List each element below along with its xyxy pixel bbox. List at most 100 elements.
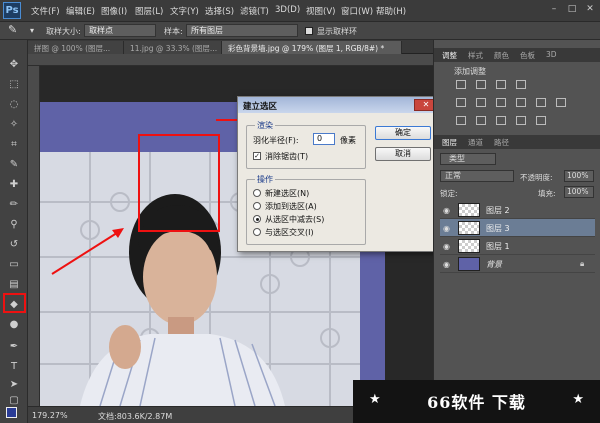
- channel-mixer-icon[interactable]: [556, 98, 566, 107]
- sample-select[interactable]: 所有图层: [186, 24, 298, 37]
- eyedropper-icon[interactable]: ✎: [7, 158, 21, 171]
- eye-icon[interactable]: ◉: [443, 206, 450, 215]
- radio-new-selection[interactable]: [253, 189, 261, 197]
- doc-tab[interactable]: 11.jpg @ 33.3% (图层...: [124, 41, 222, 54]
- invert-icon[interactable]: [456, 116, 466, 125]
- layer-row[interactable]: ◉ 图层 2: [440, 201, 595, 219]
- option-new-selection: 新建选区(N): [265, 189, 310, 198]
- layer-row[interactable]: ◉ 背景 🔒︎: [440, 255, 595, 273]
- black-white-icon[interactable]: [516, 98, 526, 107]
- sample-size-value: 取样点: [89, 26, 113, 35]
- path-select-tool-icon[interactable]: ➤: [7, 378, 21, 391]
- layer-row[interactable]: ◉ 图层 1: [440, 237, 595, 255]
- selective-color-icon[interactable]: [536, 116, 546, 125]
- close-window-button[interactable]: ✕: [584, 3, 596, 15]
- zoom-level[interactable]: 179.27%: [32, 411, 68, 420]
- eyedropper-tool-icon[interactable]: ✎: [8, 23, 17, 36]
- operation-group: 操作 新建选区(N) 添加到选区(A) 从选区中减去(S) 与选区交叉(I): [246, 174, 366, 245]
- menu-file[interactable]: 文件(F): [31, 5, 60, 17]
- menu-type[interactable]: 文字(Y): [170, 5, 199, 17]
- maximize-button[interactable]: □: [566, 3, 578, 15]
- threshold-icon[interactable]: [496, 116, 506, 125]
- eraser-tool-icon[interactable]: ▭: [7, 258, 21, 271]
- minimize-button[interactable]: –: [548, 3, 560, 15]
- lock-label: 锁定:: [440, 189, 458, 198]
- antialias-label: 消除锯齿(T): [265, 152, 309, 161]
- brush-tool-icon[interactable]: ✏: [7, 198, 21, 211]
- tab-adjustments[interactable]: 调整: [442, 50, 457, 61]
- curves-icon[interactable]: [496, 80, 506, 89]
- layer-kind-filter[interactable]: 类型: [440, 153, 496, 165]
- eye-icon[interactable]: ◉: [443, 224, 450, 233]
- pen-tool-icon[interactable]: ✒: [7, 340, 21, 353]
- document-tab-bar: 拼图 @ 100% (图层... 11.jpg @ 33.3% (图层... 彩…: [28, 40, 433, 54]
- menu-filter[interactable]: 滤镜(T): [240, 5, 269, 17]
- tool-preset-chevron-icon[interactable]: ▾: [30, 26, 34, 35]
- menu-image[interactable]: 图像(I): [101, 5, 127, 17]
- ok-button[interactable]: 确定: [375, 126, 431, 140]
- menu-select[interactable]: 选择(S): [205, 5, 234, 17]
- layers-panel-tabs: 图层 通道 路径: [434, 135, 600, 149]
- window-controls: – □ ✕: [548, 3, 596, 15]
- radio-add-selection[interactable]: [253, 202, 261, 210]
- opacity-input[interactable]: 100%: [564, 170, 594, 182]
- doc-tab[interactable]: 拼图 @ 100% (图层...: [28, 41, 124, 54]
- gradient-tool-icon[interactable]: ▤: [7, 278, 21, 291]
- eye-icon[interactable]: ◉: [443, 242, 450, 251]
- crop-tool-icon[interactable]: ⌗: [7, 138, 21, 151]
- quick-select-tool-icon[interactable]: ✧: [7, 118, 21, 131]
- tab-paths[interactable]: 路径: [494, 137, 509, 148]
- tab-styles[interactable]: 样式: [468, 50, 483, 61]
- feather-label: 羽化半径(F):: [253, 136, 299, 145]
- history-brush-icon[interactable]: ↺: [7, 238, 21, 251]
- menu-3d[interactable]: 3D(D): [275, 5, 300, 15]
- clone-stamp-icon[interactable]: ⚲: [7, 218, 21, 231]
- blend-mode-select[interactable]: 正常: [440, 170, 514, 182]
- cancel-button[interactable]: 取消: [375, 147, 431, 161]
- doc-tab-active[interactable]: 彩色背景墙.jpg @ 179% (图层 1, RGB/8#) *: [222, 41, 402, 54]
- feather-input[interactable]: 0: [313, 133, 335, 145]
- menu-view[interactable]: 视图(V): [306, 5, 335, 17]
- vibrance-icon[interactable]: [456, 98, 466, 107]
- tab-color[interactable]: 颜色: [494, 50, 509, 61]
- fill-input[interactable]: 100%: [564, 186, 594, 198]
- tab-channels[interactable]: 通道: [468, 137, 483, 148]
- tab-layers[interactable]: 图层: [442, 137, 457, 148]
- show-ring-checkbox[interactable]: [305, 27, 313, 35]
- type-tool-icon[interactable]: T: [7, 360, 21, 373]
- hue-saturation-icon[interactable]: [476, 98, 486, 107]
- feather-unit: 像素: [340, 136, 356, 145]
- tab-swatches[interactable]: 色板: [520, 50, 535, 61]
- healing-brush-icon[interactable]: ✚: [7, 178, 21, 191]
- layer-thumbnail: [458, 257, 480, 271]
- levels-icon[interactable]: [476, 80, 486, 89]
- eye-icon[interactable]: ◉: [443, 260, 450, 269]
- lasso-tool-icon[interactable]: ◌: [7, 98, 21, 111]
- posterize-icon[interactable]: [476, 116, 486, 125]
- fill-label: 填充:: [538, 189, 556, 198]
- menu-help[interactable]: 帮助(H): [376, 5, 406, 17]
- radio-subtract-selection[interactable]: [253, 215, 261, 223]
- shape-tool-icon[interactable]: ▢: [7, 394, 21, 407]
- brightness-icon[interactable]: [456, 80, 466, 89]
- color-balance-icon[interactable]: [496, 98, 506, 107]
- menu-edit[interactable]: 编辑(E): [66, 5, 95, 17]
- tab-3d[interactable]: 3D: [546, 50, 557, 59]
- gradient-map-icon[interactable]: [516, 116, 526, 125]
- option-add-selection: 添加到选区(A): [265, 202, 317, 211]
- watermark-text: 66软件 下载: [427, 393, 526, 412]
- radio-intersect-selection[interactable]: [253, 228, 261, 236]
- layer-name: 图层 2: [486, 206, 510, 215]
- layer-row-selected[interactable]: ◉ 图层 3: [440, 219, 595, 237]
- menu-window[interactable]: 窗口(W): [341, 5, 373, 17]
- exposure-icon[interactable]: [516, 80, 526, 89]
- sample-size-select[interactable]: 取样点: [84, 24, 156, 37]
- marquee-tool-icon[interactable]: ⬚: [7, 78, 21, 91]
- move-tool-icon[interactable]: ✥: [7, 58, 21, 71]
- foreground-color-swatch[interactable]: [6, 407, 17, 418]
- menu-layer[interactable]: 图层(L): [135, 5, 163, 17]
- antialias-checkbox[interactable]: ✓: [253, 152, 261, 160]
- photo-filter-icon[interactable]: [536, 98, 546, 107]
- dodge-tool-icon[interactable]: ●: [7, 318, 21, 331]
- pen-tool-highlight: [3, 293, 26, 313]
